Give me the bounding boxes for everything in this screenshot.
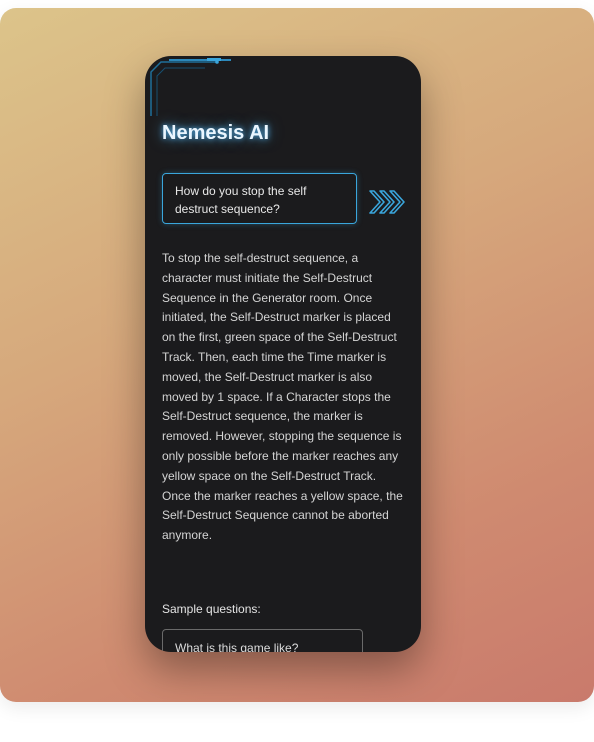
circuit-decoration-icon [150,58,231,116]
triple-chevron-right-icon [369,190,405,214]
sample-question-button[interactable]: What is this game like? [162,629,363,652]
question-input[interactable]: How do you stop the self destruct sequen… [162,173,357,224]
sample-questions-label: Sample questions: [162,602,261,616]
answer-text: To stop the self-destruct sequence, a ch… [162,251,403,543]
background-card: Nemesis AI How do you stop the self dest… [0,8,594,702]
send-button[interactable] [368,189,406,215]
phone-screen: Nemesis AI How do you stop the self dest… [145,56,421,652]
app-title: Nemesis AI [162,122,270,144]
